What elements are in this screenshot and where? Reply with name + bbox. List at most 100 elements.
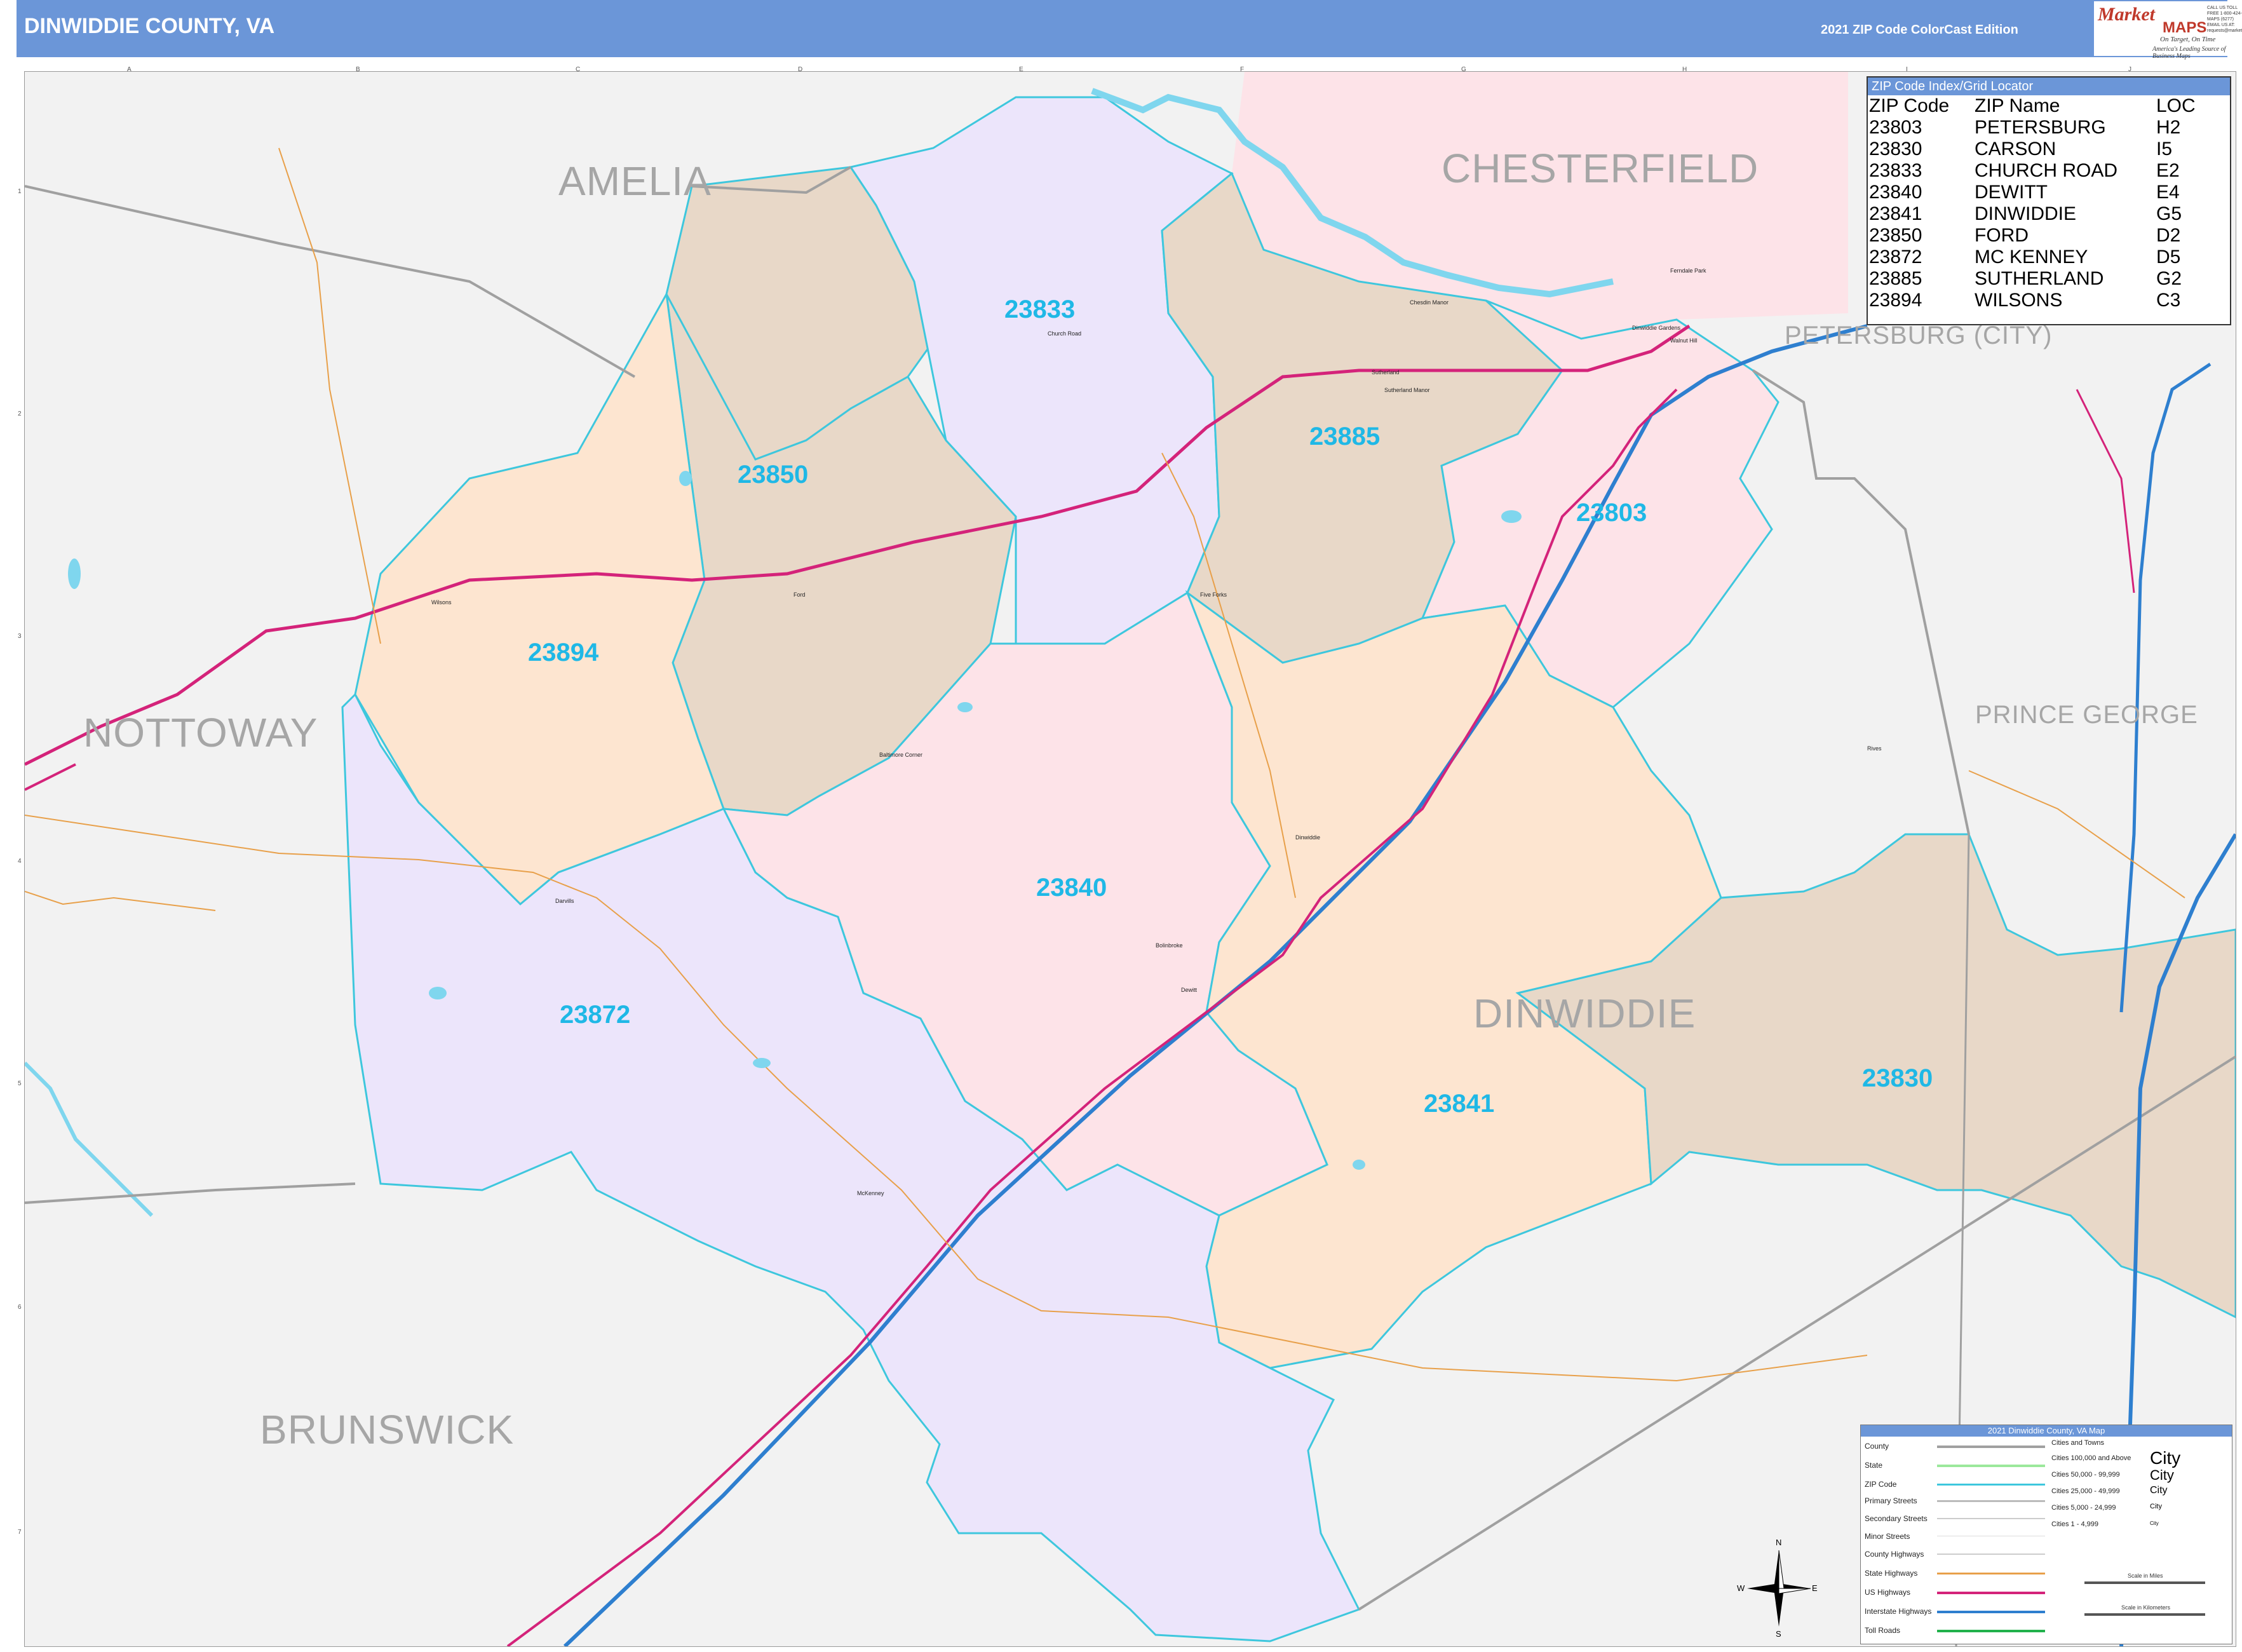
legend-swatch-zip	[1937, 1484, 2045, 1486]
zip-label-23833: 23833	[1004, 295, 1076, 323]
legend-item-state: State	[1865, 1461, 1883, 1470]
table-row: 23894 WILSONS C3	[1869, 290, 2199, 311]
legend-scale-km: Scale in Kilometers	[2121, 1604, 2171, 1611]
zip-cell: 23872	[1869, 247, 1922, 267]
county-label-petersburg: PETERSBURG (CITY)	[1785, 322, 2053, 349]
grid-col-i: I	[1906, 66, 1908, 73]
zip-cell: 23841	[1869, 203, 1922, 224]
legend-city-size-2: Cities 50,000 - 99,999	[2051, 1471, 2120, 1479]
zip-index-panel: ZIP Code Index/Grid Locator ZIP Code ZIP…	[1867, 76, 2231, 325]
grid-row-5: 5	[18, 1080, 22, 1087]
compass-w: W	[1737, 1583, 1745, 1593]
legend-item-primary: Primary Streets	[1865, 1496, 1917, 1505]
loc-cell: E4	[2156, 182, 2180, 203]
logo-brand-top: Market	[2098, 4, 2155, 25]
zip-cell: 23850	[1869, 225, 1922, 246]
legend-item-zip: ZIP Code	[1865, 1480, 1897, 1489]
grid-col-h: H	[1682, 66, 1687, 73]
legend-swatch-secondary	[1937, 1518, 2045, 1519]
legend-heading: 2021 Dinwiddie County, VA Map	[1861, 1425, 2232, 1437]
loc-cell: D5	[2156, 247, 2181, 267]
legend-city-size-3: Cities 25,000 - 49,999	[2051, 1487, 2120, 1495]
town-ferndale: Ferndale Park	[1670, 267, 1706, 274]
legend-item-toll: Toll Roads	[1865, 1626, 1901, 1635]
table-row: 23830 CARSON I5	[1869, 139, 2199, 160]
town-five-forks: Five Forks	[1200, 592, 1227, 598]
lake-1	[68, 559, 81, 589]
legend-city-mark-4: City	[2150, 1503, 2162, 1510]
compass-s: S	[1776, 1629, 1781, 1639]
county-label-nottoway: NOTTOWAY	[83, 710, 318, 755]
grid-col-j: J	[2128, 66, 2131, 73]
legend-scale-miles: Scale in Miles	[2128, 1573, 2163, 1579]
zip-cell: 23830	[1869, 139, 1922, 159]
zip-label-23872: 23872	[560, 1001, 631, 1029]
lake-3	[1501, 510, 1522, 523]
legend-scale-bar-miles	[2084, 1581, 2205, 1584]
legend-swatch-county	[1937, 1446, 2045, 1448]
zip-name-cell: FORD	[1975, 225, 2029, 246]
zip-cell: 23833	[1869, 160, 1922, 181]
grid-row-4: 4	[18, 858, 22, 865]
town-mckenney: McKenney	[857, 1190, 884, 1196]
legend-scale-bar-km	[2084, 1613, 2205, 1616]
grid-col-f: F	[1240, 66, 1245, 73]
town-dinwiddie-gardens: Dinwiddie Gardens	[1632, 325, 1681, 331]
town-dinwiddie: Dinwiddie	[1295, 834, 1321, 841]
legend-swatch-county-hwy	[1937, 1554, 2045, 1555]
table-row: 23872 MC KENNEY D5	[1869, 247, 2199, 268]
table-row: 23850 FORD D2	[1869, 225, 2199, 247]
zip-index-col-zip: ZIP Code	[1869, 95, 1950, 116]
loc-cell: E2	[2156, 160, 2180, 181]
legend-city-mark-2: City	[2150, 1467, 2174, 1483]
zip-cell: 23885	[1869, 268, 1922, 289]
map-title: DINWIDDIE COUNTY, VA	[24, 14, 275, 38]
table-row: 23841 DINWIDDIE G5	[1869, 203, 2199, 225]
loc-cell: H2	[2156, 117, 2181, 138]
town-church-road: Church Road	[1048, 330, 1082, 337]
zip-index-table: ZIP Code ZIP Name LOC 23803 PETERSBURG H2 …	[1869, 95, 2199, 311]
header-bar: DINWIDDIE COUNTY, VA 2021 ZIP Code Color…	[17, 0, 2242, 60]
zip-index-col-loc: LOC	[2156, 95, 2196, 116]
county-label-amelia: AMELIA	[558, 158, 712, 204]
grid-row-2: 2	[18, 410, 22, 417]
legend-item-secondary: Secondary Streets	[1865, 1514, 1928, 1523]
grid-col-d: D	[798, 66, 803, 73]
zip-name-cell: WILSONS	[1975, 290, 2063, 311]
zip-index-header-row: ZIP Code ZIP Name LOC	[1869, 95, 2199, 117]
logo-tagline: On Target, On Time	[2160, 36, 2216, 43]
grid-col-c: C	[576, 66, 581, 73]
town-rives: Rives	[1867, 745, 1882, 752]
legend-city-size-5: Cities 1 - 4,999	[2051, 1520, 2098, 1528]
logo-tagline-2: America's Leading Source of Business Map…	[2152, 46, 2226, 60]
legend-item-interstate: Interstate Highways	[1865, 1607, 1932, 1616]
lake-7	[679, 471, 692, 486]
grid-col-g: G	[1461, 66, 1466, 73]
compass-svg	[1747, 1550, 1811, 1627]
town-dewitt: Dewitt	[1181, 987, 1198, 993]
legend-item-us-hwy: US Highways	[1865, 1588, 1911, 1597]
county-label-brunswick: BRUNSWICK	[260, 1407, 515, 1452]
compass-e: E	[1812, 1583, 1818, 1593]
zip-label-23841: 23841	[1424, 1090, 1495, 1118]
town-walnut-hill: Walnut Hill	[1670, 337, 1698, 344]
zip-cell: 23894	[1869, 290, 1922, 311]
lake-6	[1353, 1160, 1365, 1170]
legend-swatch-toll	[1937, 1630, 2045, 1632]
legend-city-mark-3: City	[2150, 1485, 2168, 1496]
edition-label: 2021 ZIP Code ColorCast Edition	[1821, 23, 2018, 37]
zip-name-cell: CARSON	[1975, 139, 2056, 159]
grid-row-6: 6	[18, 1304, 22, 1311]
loc-cell: I5	[2156, 139, 2173, 159]
town-ford: Ford	[793, 592, 806, 598]
legend-cities-heading: Cities and Towns	[2051, 1439, 2104, 1447]
loc-cell: C3	[2156, 290, 2181, 311]
county-label-prince-george: PRINCE GEORGE	[1975, 701, 2198, 729]
market-maps-logo: Market MAPS On Target, On Time America's…	[2094, 1, 2242, 60]
logo-contact: CALL US TOLL FREE 1-800-424-MAPS (6277) …	[2207, 6, 2242, 33]
lake-2	[429, 987, 447, 999]
grid-col-b: B	[356, 66, 360, 73]
table-row: 23833 CHURCH ROAD E2	[1869, 160, 2199, 182]
lake-4	[957, 702, 973, 712]
town-wilsons: Wilsons	[431, 599, 452, 606]
